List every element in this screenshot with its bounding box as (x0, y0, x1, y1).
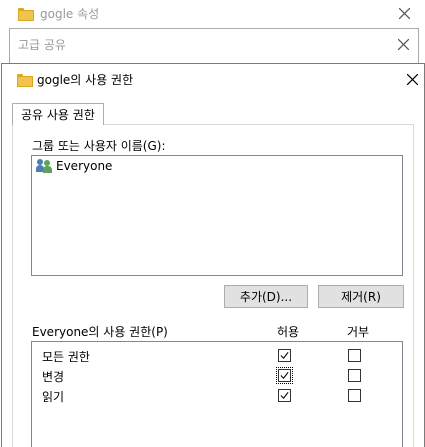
tab-panel: 그룹 또는 사용자 이름(G): Everyone 추가(D)... 제거(R)… (12, 124, 414, 447)
add-button-label: 추가(D)... (239, 290, 293, 304)
tab-share-permissions[interactable]: 공유 사용 권한 (12, 103, 104, 125)
permission-name: 읽기 (42, 390, 65, 404)
check-icon (280, 392, 289, 400)
permissions-for-label: Everyone의 사용 권한(P) (32, 325, 168, 339)
permission-name: 모든 권한 (42, 350, 90, 364)
permission-row-read: 읽기 (32, 386, 402, 406)
users-listbox[interactable]: Everyone (31, 155, 403, 276)
permissions-title: gogle의 사용 권한 (37, 72, 134, 87)
deny-checkbox-change[interactable] (348, 369, 361, 382)
close-icon (398, 7, 410, 19)
advanced-sharing-titlebar: 고급 공유 (18, 34, 66, 54)
properties-close-button[interactable] (393, 2, 415, 24)
allow-checkbox-full-control[interactable] (278, 349, 291, 362)
group-or-user-label: 그룹 또는 사용자 이름(G): (32, 139, 166, 153)
advanced-sharing-title: 고급 공유 (18, 37, 66, 52)
allow-checkbox-read[interactable] (278, 389, 291, 402)
remove-button-label: 제거(R) (341, 290, 381, 304)
properties-title: gogle 속성 (40, 6, 100, 21)
properties-titlebar: gogle 속성 (18, 3, 99, 23)
users-icon (36, 159, 53, 173)
deny-checkbox-read[interactable] (348, 389, 361, 402)
allow-header: 허용 (277, 325, 300, 339)
deny-checkbox-full-control[interactable] (348, 349, 361, 362)
list-item-everyone[interactable]: Everyone (36, 159, 112, 173)
permissions-list: 모든 권한 변경 읽기 (31, 341, 403, 447)
folder-icon (17, 73, 33, 87)
permission-row-change: 변경 (32, 366, 402, 386)
user-name: Everyone (56, 159, 113, 173)
check-icon (280, 372, 289, 380)
permissions-dialog: gogle의 사용 권한 공유 사용 권한 그룹 또는 사용자 이름(G): E… (1, 63, 425, 447)
close-icon (406, 73, 418, 85)
permission-row-full-control: 모든 권한 (32, 346, 402, 366)
permission-name: 변경 (42, 370, 65, 384)
advanced-sharing-close-button[interactable] (392, 33, 414, 55)
permissions-titlebar: gogle의 사용 권한 (17, 69, 133, 89)
deny-header: 거부 (347, 325, 370, 339)
check-icon (280, 352, 289, 360)
folder-icon (18, 7, 34, 21)
close-icon (397, 38, 409, 50)
allow-checkbox-change[interactable] (276, 367, 293, 384)
remove-button[interactable]: 제거(R) (318, 285, 404, 308)
tab-share-permissions-label: 공유 사용 권한 (21, 108, 95, 122)
add-button[interactable]: 추가(D)... (224, 285, 308, 308)
permissions-close-button[interactable] (401, 68, 423, 90)
